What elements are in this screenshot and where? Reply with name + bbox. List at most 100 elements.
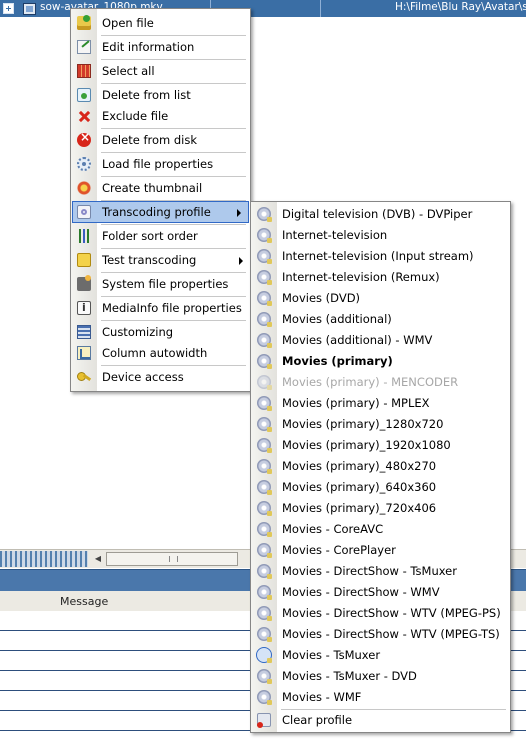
menu-separator (101, 224, 246, 225)
transcoding-icon (77, 205, 91, 219)
profile-icon (257, 291, 272, 306)
menu-separator (101, 152, 246, 153)
mini-toolbar[interactable] (0, 551, 88, 567)
edit-icon (77, 40, 91, 54)
profile-icon (257, 543, 272, 558)
profile-item[interactable]: Movies - DirectShow - WMV (251, 582, 510, 602)
menu-item-load-file-properties[interactable]: Load file properties (71, 154, 250, 174)
menu-item-delete-from-list[interactable]: Delete from list (71, 85, 250, 105)
menu-item-select-all[interactable]: Select all (71, 61, 250, 81)
profile-item[interactable]: Movies (DVD) (251, 288, 510, 308)
clear-profile-icon (257, 713, 271, 728)
profile-item[interactable]: Movies (primary)_480x270 (251, 456, 510, 476)
profile-item[interactable]: Movies (additional) - WMV (251, 330, 510, 350)
profile-item-default[interactable]: Movies (primary) (251, 351, 510, 371)
sort-icon (77, 229, 91, 243)
profile-item[interactable]: Movies (primary)_720x406 (251, 498, 510, 518)
profile-item[interactable]: Movies - WMF (251, 687, 510, 707)
test-icon (77, 253, 91, 267)
profile-icon (257, 501, 272, 516)
menu-item-column-autowidth[interactable]: Column autowidth (71, 343, 250, 363)
profile-icon (257, 249, 272, 264)
transcoding-profile-submenu: Digital television (DVB) - DVPiper Inter… (250, 201, 511, 733)
context-menu: Open file Edit information Select all De… (70, 8, 251, 392)
key-icon (77, 370, 91, 384)
profile-icon (257, 375, 272, 390)
profile-icon (257, 690, 272, 705)
profile-item[interactable]: Movies - CoreAVC (251, 519, 510, 539)
profile-icon (257, 564, 272, 579)
profile-item[interactable]: Movies - DirectShow - TsMuxer (251, 561, 510, 581)
menu-separator (101, 365, 246, 366)
thumbnail-icon (77, 181, 91, 195)
delete-disk-icon (77, 130, 91, 147)
system-properties-icon (77, 275, 91, 291)
menu-item-device-access[interactable]: Device access (71, 367, 250, 387)
column-header-message[interactable]: Message (60, 595, 108, 608)
profile-icon (257, 627, 272, 642)
profile-icon (257, 480, 272, 495)
profile-item[interactable]: Digital television (DVB) - DVPiper (251, 204, 510, 224)
gear-icon (77, 157, 91, 171)
profile-icon (257, 438, 272, 453)
profile-item[interactable]: Movies - TsMuxer - DVD (251, 666, 510, 686)
menu-item-exclude-file[interactable]: Exclude file (71, 106, 250, 126)
select-all-icon (77, 64, 91, 78)
profile-icon (257, 312, 272, 327)
exclude-icon (77, 109, 91, 123)
menu-item-open-file[interactable]: Open file (71, 13, 250, 33)
profile-item[interactable]: Movies (additional) (251, 309, 510, 329)
menu-item-test-transcoding[interactable]: Test transcoding (71, 250, 250, 270)
profile-item[interactable]: Internet-television (Remux) (251, 267, 510, 287)
menu-separator (101, 59, 246, 60)
profile-icon (257, 459, 272, 474)
scroll-left-icon[interactable]: ◀ (92, 552, 104, 565)
menu-item-customizing[interactable]: Customizing (71, 322, 250, 342)
menu-item-create-thumbnail[interactable]: Create thumbnail (71, 178, 250, 198)
profile-item[interactable]: Movies (primary)_640x360 (251, 477, 510, 497)
video-file-icon (23, 3, 36, 15)
menu-item-clear-profile[interactable]: Clear profile (251, 710, 510, 730)
profile-item[interactable]: Movies - CorePlayer (251, 540, 510, 560)
profile-item-disabled: Movies (primary) - MENCODER (251, 372, 510, 392)
open-file-icon (77, 15, 91, 30)
profile-item[interactable]: Movies (primary)_1280x720 (251, 414, 510, 434)
profile-icon (257, 228, 272, 243)
menu-item-mediainfo-file-properties[interactable]: MediaInfo file properties (71, 298, 250, 318)
profile-item[interactable]: Internet-television (Input stream) (251, 246, 510, 266)
profile-icon (257, 669, 272, 684)
menu-item-edit-information[interactable]: Edit information (71, 37, 250, 57)
profile-icon (257, 333, 272, 348)
column-width-icon (77, 346, 91, 360)
menu-separator (101, 200, 246, 201)
profile-icon (257, 585, 272, 600)
profile-item[interactable]: Movies (primary)_1920x1080 (251, 435, 510, 455)
delete-from-list-icon (77, 88, 91, 102)
menu-item-system-file-properties[interactable]: System file properties (71, 274, 250, 294)
profile-item[interactable]: Movies - DirectShow - WTV (MPEG-TS) (251, 624, 510, 644)
customize-icon (77, 325, 91, 339)
profile-item-selected[interactable]: Movies - TsMuxer (251, 645, 510, 665)
submenu-arrow-icon (239, 257, 243, 265)
profile-icon (257, 522, 272, 537)
profile-icon (257, 396, 272, 411)
expand-icon[interactable] (3, 3, 14, 14)
menu-separator (101, 83, 246, 84)
profile-item[interactable]: Movies - DirectShow - WTV (MPEG-PS) (251, 603, 510, 623)
profile-icon (257, 354, 272, 369)
menu-separator (101, 176, 246, 177)
column-divider (320, 0, 321, 17)
menu-separator (101, 272, 246, 273)
scroll-thumb[interactable] (106, 552, 238, 566)
profile-item[interactable]: Internet-television (251, 225, 510, 245)
profile-icon (257, 417, 272, 432)
menu-item-folder-sort-order[interactable]: Folder sort order (71, 226, 250, 246)
menu-item-transcoding-profile[interactable]: Transcoding profile (72, 201, 249, 223)
profile-icon (257, 270, 272, 285)
profile-checked-icon (256, 647, 272, 663)
menu-separator (101, 296, 246, 297)
mediainfo-icon (77, 301, 91, 315)
menu-separator (101, 320, 246, 321)
profile-item[interactable]: Movies (primary) - MPLEX (251, 393, 510, 413)
menu-item-delete-from-disk[interactable]: Delete from disk (71, 130, 250, 150)
